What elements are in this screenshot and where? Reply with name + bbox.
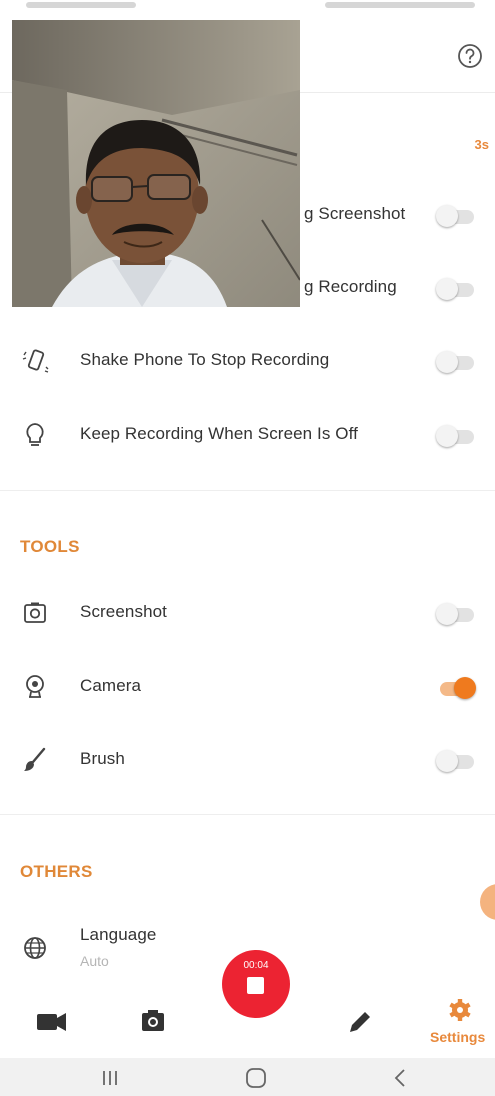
screenshot-tab-icon[interactable] xyxy=(123,986,183,1058)
shake-to-stop-label: Shake Phone To Stop Recording xyxy=(80,350,330,369)
settings-tab-label[interactable]: Settings xyxy=(430,1029,485,1045)
webcam-icon xyxy=(26,675,44,698)
tool-camera-label: Camera xyxy=(80,676,142,695)
countdown-value[interactable]: 3s xyxy=(475,137,489,152)
camera-preview-image xyxy=(12,20,300,307)
language-label: Language xyxy=(80,925,157,944)
tool-camera-toggle[interactable] xyxy=(436,677,476,699)
shake-to-stop-row[interactable]: Shake Phone To Stop Recording xyxy=(0,338,495,384)
section-divider xyxy=(0,490,495,491)
keep-recording-toggle[interactable] xyxy=(436,425,476,447)
floating-screenshot-toggle[interactable] xyxy=(436,205,476,227)
tool-brush-label: Brush xyxy=(80,749,125,768)
tools-section-title: TOOLS xyxy=(20,537,80,556)
shake-to-stop-toggle[interactable] xyxy=(436,351,476,373)
shake-phone-icon xyxy=(22,349,49,373)
floating-recording-toggle[interactable] xyxy=(436,278,476,300)
globe-icon xyxy=(24,937,46,959)
help-icon[interactable] xyxy=(455,41,485,71)
camera-icon xyxy=(24,602,46,623)
tool-screenshot-row[interactable]: Screenshot xyxy=(0,590,495,636)
brush-icon xyxy=(24,747,46,771)
home-icon[interactable] xyxy=(241,1066,271,1090)
keep-recording-row[interactable]: Keep Recording When Screen Is Off xyxy=(0,412,495,458)
status-bar xyxy=(0,0,495,22)
status-bar-left xyxy=(26,2,136,8)
settings-gear-icon[interactable] xyxy=(430,986,490,1058)
back-icon[interactable] xyxy=(386,1066,416,1090)
stop-recording-button[interactable]: 00:04 xyxy=(222,950,290,1018)
stop-icon xyxy=(247,977,264,994)
language-value: Auto xyxy=(80,953,109,969)
lightbulb-icon xyxy=(26,423,44,446)
tool-screenshot-toggle[interactable] xyxy=(436,603,476,625)
keep-recording-label: Keep Recording When Screen Is Off xyxy=(80,424,358,443)
status-bar-right xyxy=(325,2,475,8)
camera-preview-overlay[interactable] xyxy=(12,20,300,307)
floating-bubble-handle[interactable] xyxy=(480,884,495,920)
system-navigation-bar xyxy=(0,1058,495,1096)
tool-brush-row[interactable]: Brush xyxy=(0,737,495,783)
pencil-icon[interactable] xyxy=(328,986,388,1058)
video-camera-icon[interactable] xyxy=(22,986,82,1058)
tool-brush-toggle[interactable] xyxy=(436,750,476,772)
tool-camera-row[interactable]: Camera xyxy=(0,664,495,710)
recording-timer: 00:04 xyxy=(243,960,269,971)
tool-screenshot-label: Screenshot xyxy=(80,602,167,621)
floating-screenshot-label: g Screenshot xyxy=(304,204,406,223)
others-section-title: OTHERS xyxy=(20,862,93,881)
recent-apps-icon[interactable] xyxy=(95,1066,125,1090)
floating-recording-label: g Recording xyxy=(304,277,397,296)
section-divider xyxy=(0,814,495,815)
